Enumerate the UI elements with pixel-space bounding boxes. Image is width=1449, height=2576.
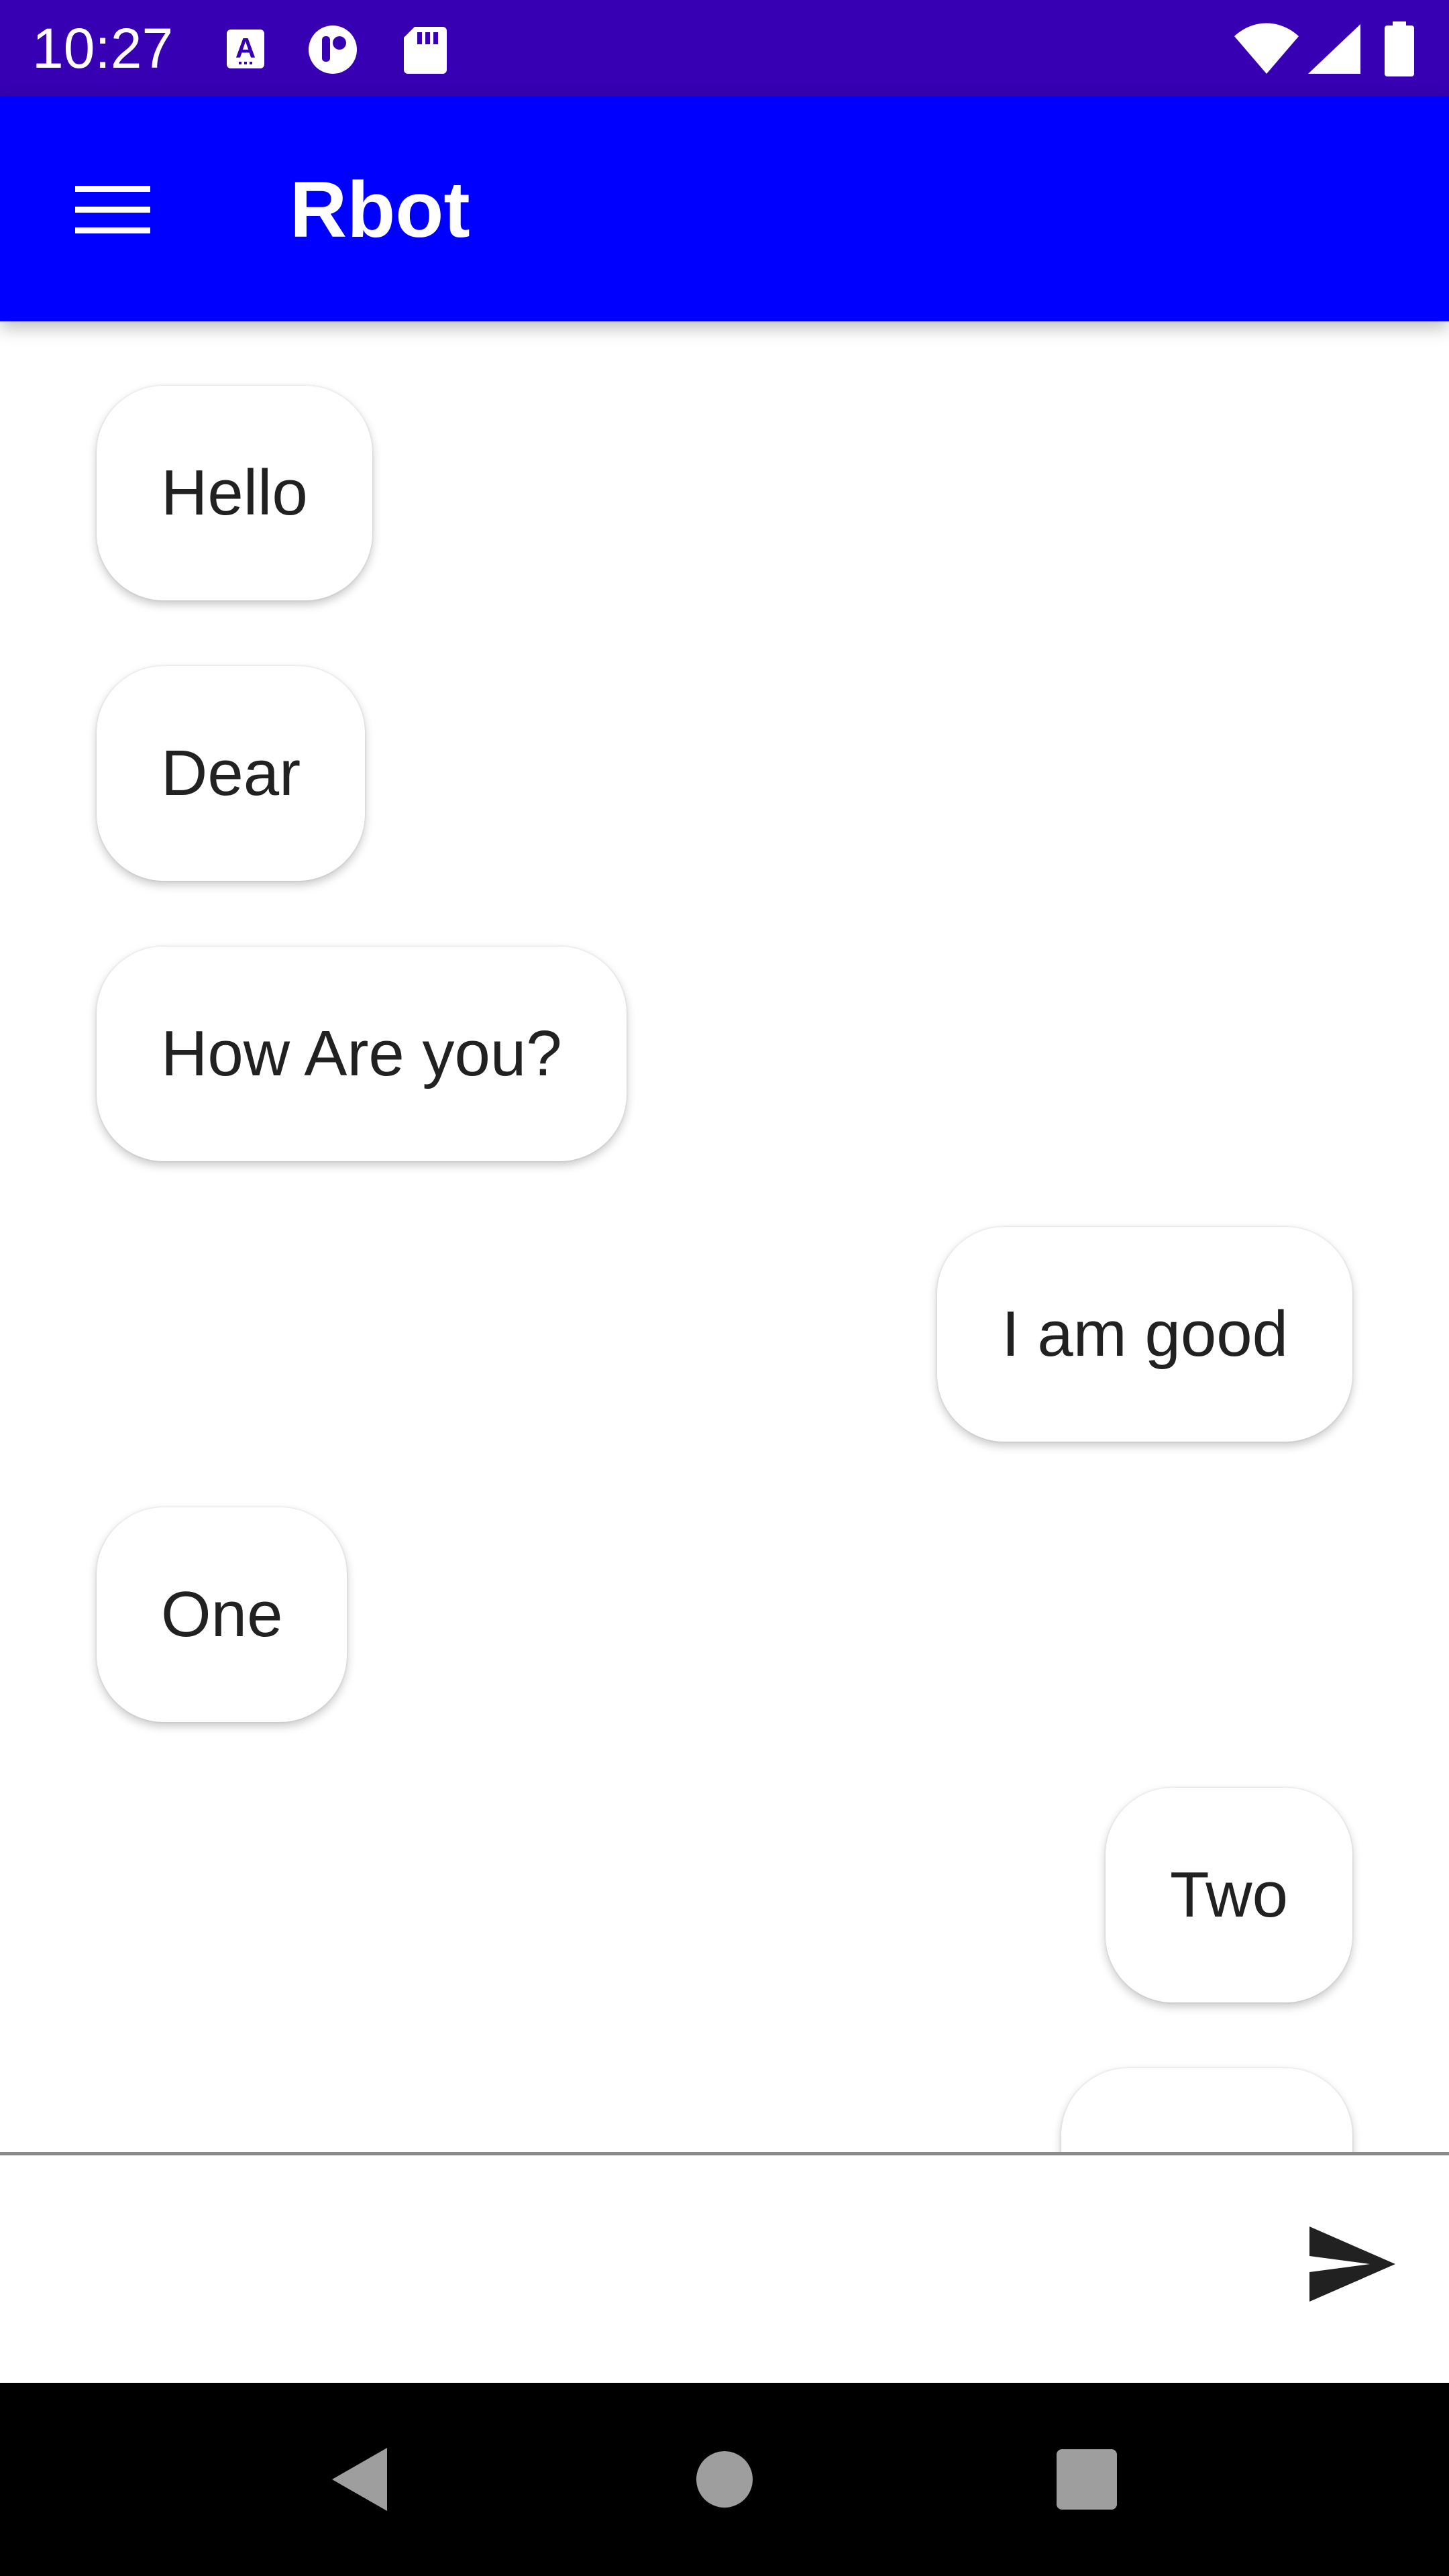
message-text: How Are you? — [161, 1018, 562, 1089]
home-button[interactable] — [671, 2426, 778, 2533]
message-bubble — [1061, 2068, 1352, 2152]
app-title: Rbot — [290, 166, 470, 254]
message-text: One — [161, 1578, 283, 1650]
home-icon — [696, 2451, 753, 2508]
svg-text:A: A — [235, 32, 256, 64]
back-button[interactable] — [305, 2426, 413, 2533]
sd-card-icon — [398, 19, 452, 79]
message-text: Two — [1169, 1859, 1288, 1931]
recents-icon — [1057, 2449, 1117, 2510]
message-text: I am good — [1002, 1298, 1288, 1370]
message-bubble: Hello — [97, 386, 372, 600]
message-bubble: How Are you? — [97, 947, 627, 1161]
signal-icon — [1304, 19, 1364, 79]
send-icon — [1309, 2226, 1395, 2302]
text-a-icon: A — [221, 19, 275, 79]
chat-message-list[interactable]: Hello Dear How Are you? I am good One Tw… — [0, 321, 1449, 2152]
status-time: 10:27 — [32, 17, 174, 80]
message-input[interactable] — [32, 2182, 1256, 2345]
message-bubble: I am good — [937, 1227, 1352, 1442]
system-navigation-bar — [0, 2383, 1449, 2576]
message-bubble: One — [97, 1507, 347, 1722]
message-text: Dear — [161, 737, 301, 809]
back-icon — [332, 2448, 387, 2511]
status-bar: 10:27 A — [0, 0, 1449, 96]
alert-circle-icon — [306, 19, 360, 79]
send-button[interactable] — [1288, 2200, 1417, 2328]
wifi-icon — [1233, 19, 1300, 79]
message-bubble: Dear — [97, 666, 366, 881]
message-text: Hello — [161, 457, 308, 529]
hamburger-menu-icon — [75, 186, 150, 233]
message-input-bar — [0, 2152, 1449, 2383]
message-bubble: Two — [1105, 1788, 1352, 2002]
battery-icon — [1378, 19, 1421, 79]
menu-button[interactable] — [64, 162, 161, 258]
app-bar: Rbot — [0, 96, 1449, 321]
recents-button[interactable] — [1033, 2426, 1140, 2533]
